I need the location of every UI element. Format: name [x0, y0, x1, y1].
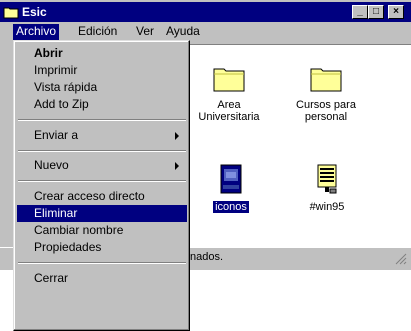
menu-item-cambiar-nombre[interactable]: Cambiar nombre [17, 222, 187, 239]
folder-icon [310, 68, 342, 92]
menu-bar: Archivo Edición Ver Ayuda [0, 22, 411, 41]
close-button[interactable]: × [388, 5, 404, 19]
status-text: nados. [190, 251, 224, 263]
folder-cursos-para-personal[interactable]: Cursos para personal [286, 63, 366, 123]
menu-item-propiedades[interactable]: Propiedades [17, 239, 187, 256]
menu-edicion[interactable]: Edición [75, 24, 120, 40]
resize-grip-icon[interactable] [395, 253, 407, 265]
file-label: iconos [212, 200, 250, 214]
menu-item-nuevo[interactable]: Nuevo [17, 157, 187, 174]
folder-label-line2: personal [304, 111, 348, 123]
image-file-icon [220, 164, 242, 194]
menu-item-imprimir[interactable]: Imprimir [17, 62, 187, 79]
menu-separator [18, 262, 186, 264]
folder-icon [3, 7, 19, 19]
menu-item-crear-acceso-directo[interactable]: Crear acceso directo [17, 188, 187, 205]
menu-item-cerrar[interactable]: Cerrar [17, 270, 187, 287]
folder-icon [213, 68, 245, 92]
file-label: #win95 [309, 201, 345, 213]
folder-label-line1: Cursos para [296, 99, 356, 111]
folder-label-line2: Universitaria [198, 111, 260, 123]
maximize-button[interactable]: □ [368, 5, 384, 19]
window-title: Esic [22, 5, 47, 19]
menu-ver[interactable]: Ver [133, 24, 157, 40]
submenu-arrow-icon [175, 162, 179, 170]
menu-ayuda[interactable]: Ayuda [163, 24, 203, 40]
file-win95[interactable]: #win95 [297, 163, 357, 213]
menu-item-abrir[interactable]: Abrir [17, 45, 187, 62]
minimize-button[interactable]: _ [352, 5, 368, 19]
folder-area-universitaria[interactable]: Area Universitaria [189, 63, 269, 123]
menu-separator [18, 180, 186, 182]
menu-item-enviar-a[interactable]: Enviar a [17, 127, 187, 144]
menu-item-eliminar[interactable]: Eliminar [17, 205, 187, 222]
menu-separator [18, 119, 186, 121]
folder-label-line1: Area [217, 99, 241, 111]
title-bar[interactable]: Esic _ □ × [0, 2, 411, 22]
config-file-icon [317, 164, 337, 194]
file-iconos[interactable]: iconos [209, 163, 253, 214]
menu-item-vista-rapida[interactable]: Vista rápida [17, 79, 187, 96]
submenu-arrow-icon [175, 132, 179, 140]
file-menu-dropdown: Abrir Imprimir Vista rápida Add to Zip E… [13, 40, 190, 331]
menu-archivo[interactable]: Archivo [13, 24, 60, 40]
menu-separator [18, 150, 186, 152]
menu-item-add-to-zip[interactable]: Add to Zip [17, 96, 187, 113]
